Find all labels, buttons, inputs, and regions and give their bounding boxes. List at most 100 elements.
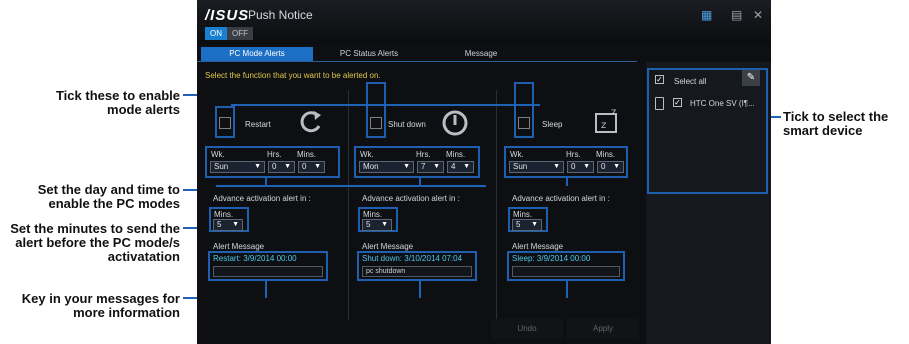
hours-value: 0 bbox=[571, 162, 576, 171]
app-title: Push Notice bbox=[248, 8, 313, 22]
power-icon bbox=[442, 110, 468, 136]
alert-message-label: Alert Message bbox=[213, 242, 265, 251]
hours-label: Hrs. bbox=[267, 150, 282, 159]
alert-message-label: Alert Message bbox=[512, 242, 564, 251]
week-select[interactable]: Sun ▼ bbox=[509, 161, 564, 173]
minutes-select[interactable]: 4 ▼ bbox=[447, 161, 474, 173]
advance-value: 5 bbox=[217, 220, 222, 229]
chevron-down-icon: ▼ bbox=[613, 163, 620, 170]
chevron-down-icon: ▼ bbox=[381, 221, 388, 228]
chevron-down-icon: ▼ bbox=[433, 163, 440, 170]
toggle-on[interactable]: ON bbox=[205, 27, 227, 40]
title-bar: /ISUS Push Notice ON OFF ▦ ▤ ✕ bbox=[197, 0, 771, 44]
svg-text:z: z bbox=[601, 120, 606, 131]
shutdown-checkbox[interactable] bbox=[370, 117, 382, 129]
settings-icon[interactable]: ▤ bbox=[731, 8, 742, 22]
hours-value: 7 bbox=[421, 162, 426, 171]
minutes-label: Mins. bbox=[446, 150, 466, 159]
highlight-box bbox=[514, 82, 534, 138]
week-select[interactable]: Sun ▼ bbox=[210, 161, 265, 173]
chevron-down-icon: ▼ bbox=[403, 163, 410, 170]
hours-label: Hrs. bbox=[416, 150, 431, 159]
highlight-box bbox=[647, 68, 768, 194]
mode-sleep: Sleep zz Wk. Hrs. Mins. Sun ▼ 0 ▼ 0 ▼ Advan… bbox=[500, 82, 646, 327]
callout-tick-device: Tick to select the smart device bbox=[783, 109, 889, 138]
tab-pc-status-alerts[interactable]: PC Status Alerts bbox=[313, 47, 425, 61]
advance-label: Advance activation alert in : bbox=[512, 194, 610, 203]
hours-select[interactable]: 0 ▼ bbox=[567, 161, 594, 173]
chevron-down-icon: ▼ bbox=[314, 163, 321, 170]
chevron-down-icon: ▼ bbox=[463, 163, 470, 170]
week-label: Wk. bbox=[360, 150, 374, 159]
svg-text:z: z bbox=[611, 107, 616, 118]
minutes-value: 0 bbox=[601, 162, 606, 171]
asus-logo: /ISUS bbox=[205, 7, 250, 24]
callout-set-day: Set the day and time to enable the PC mo… bbox=[37, 182, 180, 211]
tab-underline bbox=[197, 61, 637, 62]
callout-key-messages: Key in your messages for more informatio… bbox=[21, 291, 180, 320]
mode-label: Shut down bbox=[388, 120, 426, 129]
advance-unit-label: Mins. bbox=[513, 210, 533, 219]
callout-connector bbox=[265, 178, 267, 186]
alert-message-status: Restart: 3/9/2014 00:00 bbox=[213, 254, 297, 263]
hours-select[interactable]: 7 ▼ bbox=[417, 161, 444, 173]
mode-shutdown: Shut down Wk. Hrs. Mins. Mon ▼ 7 ▼ 4 ▼ Adva… bbox=[352, 82, 498, 327]
alert-message-label: Alert Message bbox=[362, 242, 414, 251]
select-all-label: Select all bbox=[674, 77, 707, 86]
mode-label: Restart bbox=[245, 120, 271, 129]
sleep-checkbox[interactable] bbox=[518, 117, 530, 129]
advance-label: Advance activation alert in : bbox=[213, 194, 311, 203]
phone-icon bbox=[655, 97, 664, 110]
restart-icon bbox=[300, 111, 321, 133]
edit-icon[interactable]: ✎ bbox=[742, 70, 760, 86]
week-value: Sun bbox=[214, 162, 229, 171]
toggle-off[interactable]: OFF bbox=[227, 27, 253, 40]
advance-label: Advance activation alert in : bbox=[362, 194, 460, 203]
push-notice-window: /ISUS Push Notice ON OFF ▦ ▤ ✕ PC Mode A… bbox=[197, 0, 771, 344]
callout-connector bbox=[216, 185, 486, 187]
minutes-select[interactable]: 0 ▼ bbox=[298, 161, 325, 173]
minutes-value: 4 bbox=[451, 162, 456, 171]
minutes-label: Mins. bbox=[297, 150, 317, 159]
advance-value: 5 bbox=[366, 220, 371, 229]
chevron-down-icon: ▼ bbox=[531, 221, 538, 228]
undo-button[interactable]: Undo bbox=[491, 319, 563, 339]
callout-connector bbox=[265, 281, 267, 298]
device-name: HTC One SV (I¶... bbox=[690, 99, 755, 108]
advance-value: 5 bbox=[516, 220, 521, 229]
grid-view-icon[interactable]: ▦ bbox=[701, 8, 712, 22]
callout-connector bbox=[419, 281, 421, 298]
alert-message-status: Sleep: 3/9/2014 00:00 bbox=[512, 254, 591, 263]
device-panel: ✓ Select all ✎ ✓ HTC One SV (I¶... bbox=[646, 62, 771, 344]
on-off-toggle[interactable]: ON OFF bbox=[205, 27, 253, 40]
close-icon[interactable]: ✕ bbox=[753, 8, 763, 22]
instruction-text: Select the function that you want to be … bbox=[205, 71, 381, 80]
advance-minutes-select[interactable]: 5 ▼ bbox=[362, 219, 392, 231]
alert-message-input[interactable]: pc shutdown bbox=[362, 266, 472, 277]
callout-connector bbox=[231, 104, 540, 106]
mode-label: Sleep bbox=[542, 120, 563, 129]
restart-checkbox[interactable] bbox=[219, 117, 231, 129]
minutes-select[interactable]: 0 ▼ bbox=[597, 161, 624, 173]
select-all-checkbox[interactable]: ✓ bbox=[655, 75, 664, 84]
week-label: Wk. bbox=[510, 150, 524, 159]
sleep-icon: zz bbox=[595, 107, 617, 133]
callout-tick-mode: Tick these to enable mode alerts bbox=[55, 88, 180, 117]
device-checkbox[interactable]: ✓ bbox=[673, 98, 682, 107]
alert-message-input[interactable] bbox=[213, 266, 323, 277]
hours-value: 0 bbox=[272, 162, 277, 171]
callout-set-minutes: Set the minutes to send the alert before… bbox=[10, 221, 180, 264]
tab-message[interactable]: Message bbox=[425, 47, 537, 61]
apply-button[interactable]: Apply bbox=[567, 319, 639, 339]
advance-minutes-select[interactable]: 5 ▼ bbox=[213, 219, 243, 231]
week-label: Wk. bbox=[211, 150, 225, 159]
highlight-box bbox=[366, 82, 386, 138]
advance-unit-label: Mins. bbox=[214, 210, 234, 219]
alert-message-input[interactable] bbox=[512, 266, 620, 277]
chevron-down-icon: ▼ bbox=[553, 163, 560, 170]
hours-select[interactable]: 0 ▼ bbox=[268, 161, 295, 173]
tab-pc-mode-alerts[interactable]: PC Mode Alerts bbox=[201, 47, 313, 61]
week-select[interactable]: Mon ▼ bbox=[359, 161, 414, 173]
advance-minutes-select[interactable]: 5 ▼ bbox=[512, 219, 542, 231]
week-value: Mon bbox=[363, 162, 379, 171]
